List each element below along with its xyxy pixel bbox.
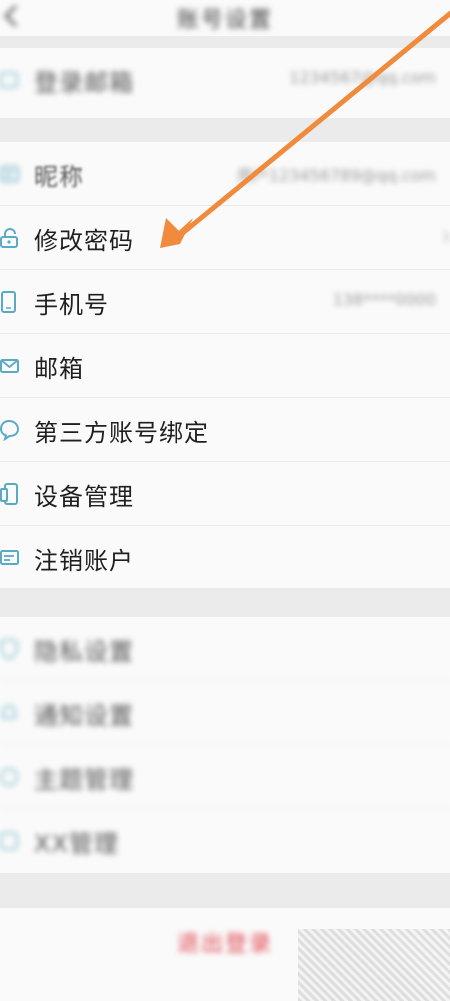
row-label: 注销账户 xyxy=(34,547,134,575)
lock-icon xyxy=(0,228,18,248)
cancel-account-row[interactable]: 注销账户 xyxy=(0,526,450,589)
row-label: 主题管理 xyxy=(34,766,134,794)
mail-icon xyxy=(0,359,19,373)
phone-row[interactable]: 手机号 138****0000 xyxy=(0,270,450,334)
chat-bubble-icon xyxy=(0,419,20,441)
row-label: 手机号 xyxy=(34,291,109,319)
shield-icon xyxy=(0,638,18,660)
account-settings-group: 昵称 用户123456789@qq.com 修改密码 手机号 138****00… xyxy=(0,142,450,588)
row-label: 设备管理 xyxy=(34,483,134,511)
change-password-row[interactable]: 修改密码 xyxy=(0,206,450,270)
device-icon xyxy=(0,483,18,505)
row-label: 邮箱 xyxy=(34,355,84,383)
watermark xyxy=(298,929,450,1001)
other-row[interactable]: 主题管理 xyxy=(0,745,450,809)
header: 账号设置 xyxy=(0,0,450,36)
phone-icon xyxy=(1,291,16,313)
other-row[interactable]: XX管理 xyxy=(0,809,450,872)
theme-icon xyxy=(0,768,18,786)
close-account-icon xyxy=(0,550,19,565)
email-row[interactable]: 邮箱 xyxy=(0,334,450,398)
row-label: 修改密码 xyxy=(34,227,134,255)
bell-icon xyxy=(1,705,16,719)
device-management-row[interactable]: 设备管理 xyxy=(0,462,450,526)
id-card-icon xyxy=(0,166,19,182)
row-label: 隐私设置 xyxy=(34,638,134,666)
manage-icon xyxy=(0,832,18,850)
row-label: 通知设置 xyxy=(34,702,134,730)
third-party-binding-row[interactable]: 第三方账号绑定 xyxy=(0,398,450,462)
login-email-row[interactable]: 登录邮箱 1234567@qq.com xyxy=(0,48,450,111)
chevron-right-icon xyxy=(443,230,450,244)
mail-icon xyxy=(0,72,18,88)
login-email-group: 登录邮箱 1234567@qq.com xyxy=(0,48,450,118)
page-title: 账号设置 xyxy=(176,8,273,33)
row-value: 用户123456789@qq.com xyxy=(236,166,436,185)
nickname-row[interactable]: 昵称 用户123456789@qq.com xyxy=(0,142,450,206)
other-row[interactable]: 通知设置 xyxy=(0,681,450,745)
row-label: 第三方账号绑定 xyxy=(34,419,209,447)
row-value: 1234567@qq.com xyxy=(289,68,436,87)
other-settings-group: 隐私设置 通知设置 主题管理 XX管理 xyxy=(0,617,450,873)
row-label: 登录邮箱 xyxy=(34,69,134,97)
row-label: XX管理 xyxy=(34,830,119,858)
row-label: 昵称 xyxy=(34,163,84,191)
other-row[interactable]: 隐私设置 xyxy=(0,617,450,681)
row-value: 138****0000 xyxy=(332,290,436,309)
